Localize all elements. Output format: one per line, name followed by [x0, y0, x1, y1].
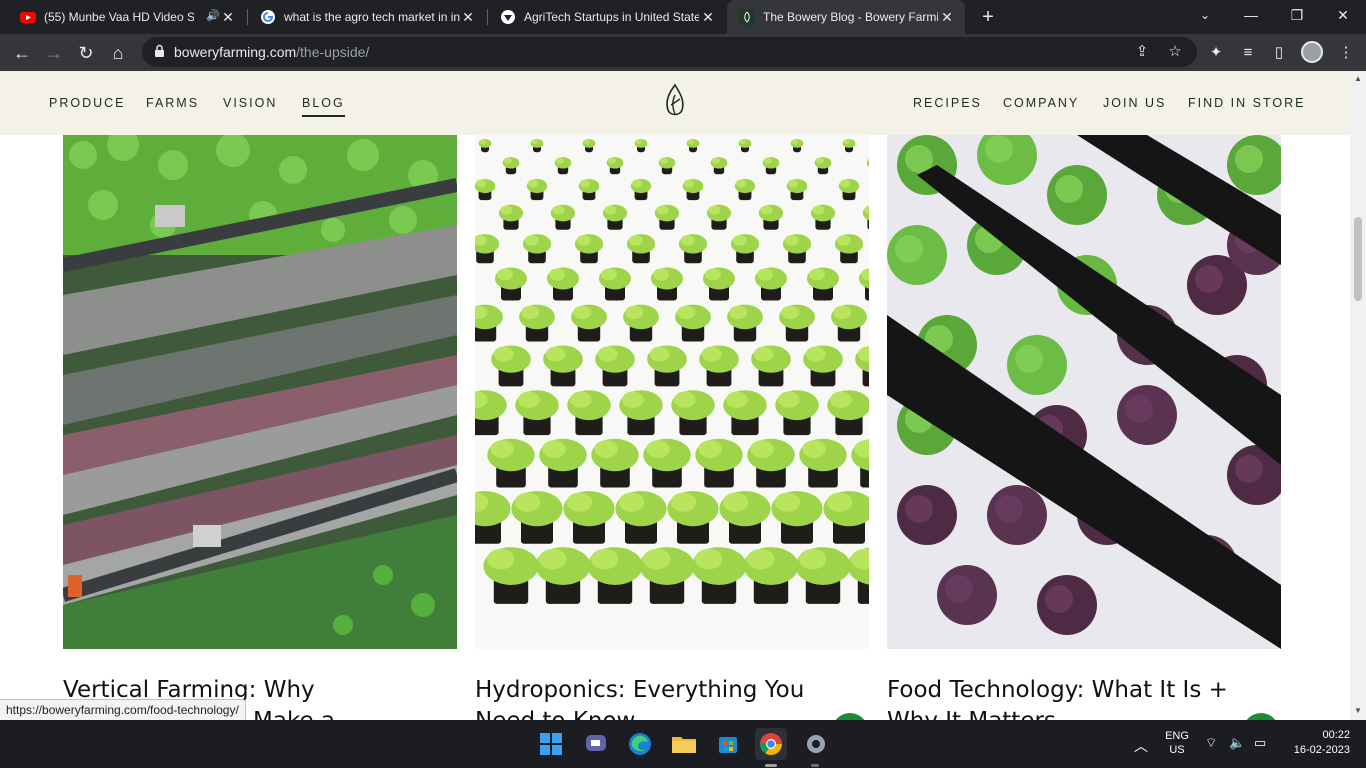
lang-region: US	[1169, 744, 1185, 756]
tab-google[interactable]: what is the agro tech market in in ✕	[248, 0, 486, 34]
share-icon[interactable]: ⇪	[1133, 43, 1151, 61]
tab-title: what is the agro tech market in in	[284, 10, 461, 24]
clock-date: 16-02-2023	[1293, 744, 1350, 756]
media-control-icon[interactable]: ≡	[1238, 43, 1258, 63]
menu-kebab-icon[interactable]: ⋮	[1336, 43, 1356, 63]
nav-find-in-store[interactable]: FIND IN STORE	[1188, 96, 1305, 110]
tracxn-icon	[501, 10, 515, 24]
card-title-line: Need to Know	[475, 706, 855, 720]
bowery-logo-icon[interactable]	[662, 83, 688, 119]
side-panel-icon[interactable]: ▯	[1269, 43, 1289, 63]
url-path: /the-upside/	[296, 44, 370, 60]
tab-title: (55) Munbe Vaa HD Video So	[44, 10, 194, 24]
scroll-up-icon[interactable]: ▲	[1354, 75, 1362, 83]
url-domain: boweryfarming.com	[174, 44, 297, 60]
settings-gear-icon[interactable]	[800, 728, 832, 760]
vertical-farming-image[interactable]	[63, 135, 457, 649]
new-tab-button[interactable]: +	[976, 5, 1000, 29]
hydroponics-photo	[475, 135, 869, 649]
tab-title: AgriTech Startups in United States	[524, 10, 699, 24]
card-title-line: Food Technology: What It Is +	[887, 677, 1228, 703]
tab-search-icon[interactable]: ⌄	[1182, 0, 1228, 34]
minimize-icon[interactable]: —	[1228, 0, 1274, 34]
scroll-down-icon[interactable]: ▼	[1354, 707, 1362, 715]
back-icon[interactable]: ←	[8, 39, 36, 67]
food-tech-photo	[887, 135, 1281, 649]
nav-company[interactable]: COMPANY	[1003, 96, 1079, 110]
microsoft-store-icon[interactable]	[712, 728, 744, 760]
profile-avatar[interactable]	[1301, 41, 1323, 63]
running-app-indicator	[811, 764, 819, 767]
close-tab-icon[interactable]: ✕	[220, 9, 236, 25]
home-icon[interactable]: ⌂	[104, 39, 132, 67]
browser-toolbar: ← → ↻ ⌂ boweryfarming.com/the-upside/ ⇪ …	[0, 34, 1366, 71]
extensions-icon[interactable]: ✦	[1206, 43, 1226, 63]
edge-browser-icon[interactable]	[624, 728, 656, 760]
card-title-hydroponics[interactable]: Hydroponics: Everything You Need to Know	[475, 675, 855, 720]
card-title-food-technology[interactable]: Food Technology: What It Is + Why It Mat…	[887, 675, 1267, 720]
vertical-farm-photo	[63, 135, 457, 649]
tab-tracxn[interactable]: AgriTech Startups in United States ✕	[488, 0, 726, 34]
active-app-indicator	[765, 764, 777, 767]
volume-icon[interactable]: 🔈	[1229, 735, 1245, 751]
nav-produce[interactable]: PRODUCE	[49, 96, 126, 110]
windows-taskbar: ︿ ENG US ⌔ 🔈 ▭ 00:22 16-02-2023	[0, 720, 1366, 768]
tab-bowery-active[interactable]: The Bowery Blog - Bowery Farming ✕	[727, 0, 965, 34]
address-bar[interactable]: boweryfarming.com/the-upside/ ⇪ ☆	[142, 37, 1197, 67]
file-explorer-icon[interactable]	[668, 728, 700, 760]
restore-icon[interactable]: ❐	[1274, 0, 1320, 34]
nav-vision[interactable]: VISION	[223, 96, 277, 110]
tray-overflow-chevron-icon[interactable]: ︿	[1134, 736, 1148, 756]
page-scrollbar[interactable]: ▲ ▼	[1350, 71, 1366, 720]
google-icon	[261, 10, 275, 24]
wifi-icon[interactable]: ⌔	[1205, 735, 1217, 751]
lock-icon[interactable]	[154, 44, 165, 58]
speaker-icon[interactable]: 🔊	[206, 9, 220, 22]
hydroponics-image[interactable]	[475, 135, 869, 649]
bookmark-star-icon[interactable]: ☆	[1166, 43, 1184, 61]
site-navigation: PRODUCE FARMS VISION BLOG RECIPES COMPAN…	[0, 71, 1350, 135]
nav-recipes[interactable]: RECIPES	[913, 96, 982, 110]
card-title-line: Why It Matters	[887, 706, 1267, 720]
web-page: PRODUCE FARMS VISION BLOG RECIPES COMPAN…	[0, 71, 1350, 720]
scroll-thumb[interactable]	[1354, 217, 1362, 301]
tab-title: The Bowery Blog - Bowery Farming	[763, 10, 938, 24]
bowery-icon	[739, 9, 755, 25]
chrome-browser-icon[interactable]	[755, 728, 787, 760]
teams-chat-icon[interactable]	[580, 728, 612, 760]
language-indicator[interactable]: ENG US	[1164, 730, 1190, 756]
reload-icon[interactable]: ↻	[72, 39, 100, 67]
clock[interactable]: 00:22 16-02-2023	[1284, 729, 1350, 756]
food-technology-image[interactable]	[887, 135, 1281, 649]
link-status-bubble: https://boweryfarming.com/food-technolog…	[0, 699, 246, 720]
forward-icon[interactable]: →	[40, 39, 68, 67]
battery-icon[interactable]: ▭	[1254, 735, 1266, 751]
nav-join-us[interactable]: JOIN US	[1103, 96, 1166, 110]
youtube-icon	[20, 12, 36, 23]
card-title-line: Hydroponics: Everything You	[475, 677, 805, 703]
windows-start-icon[interactable]	[535, 728, 567, 760]
close-tab-icon[interactable]: ✕	[939, 9, 955, 25]
url-text[interactable]: boweryfarming.com/the-upside/	[174, 44, 369, 60]
close-window-icon[interactable]: ✕	[1320, 0, 1366, 34]
browser-tab-strip: (55) Munbe Vaa HD Video So 🔊 ✕ what is t…	[0, 0, 1366, 34]
close-tab-icon[interactable]: ✕	[700, 9, 716, 25]
nav-farms[interactable]: FARMS	[146, 96, 199, 110]
clock-time: 00:22	[1322, 729, 1350, 741]
close-tab-icon[interactable]: ✕	[460, 9, 476, 25]
lang-code: ENG	[1165, 730, 1189, 742]
nav-blog[interactable]: BLOG	[302, 96, 345, 117]
tab-youtube[interactable]: (55) Munbe Vaa HD Video So 🔊 ✕	[8, 0, 246, 34]
